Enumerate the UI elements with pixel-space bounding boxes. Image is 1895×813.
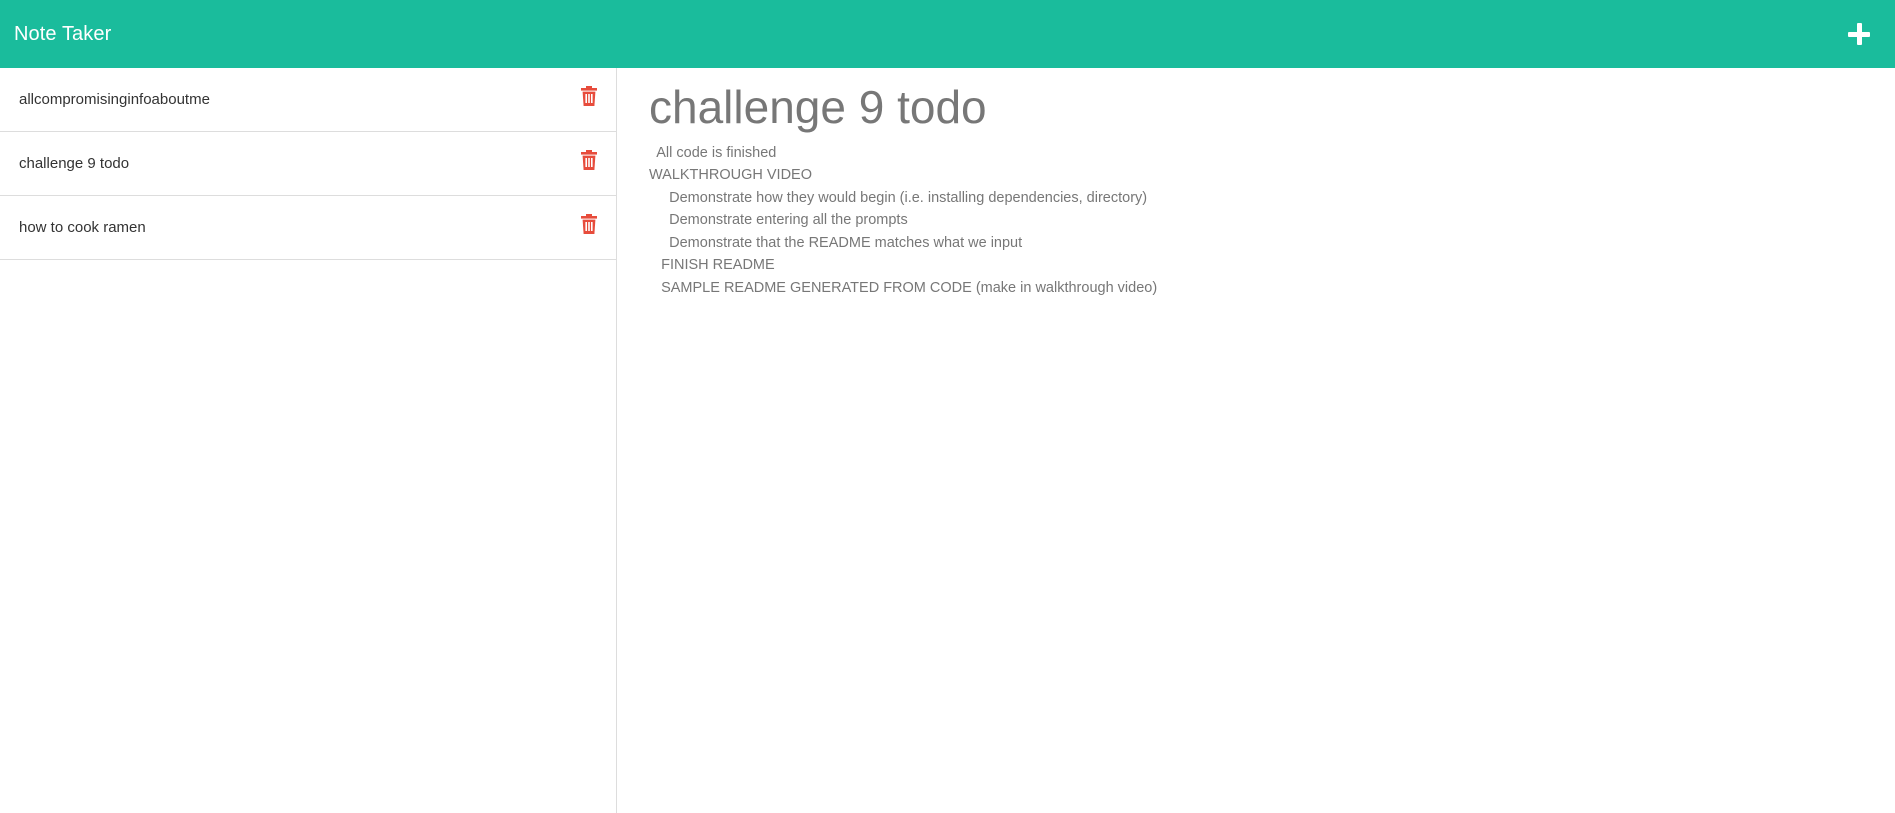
list-item[interactable]: challenge 9 todo [0, 132, 616, 196]
note-title: challenge 9 todo [19, 155, 130, 172]
note-title-field[interactable]: challenge 9 todo [649, 81, 1895, 134]
trash-icon[interactable] [581, 214, 597, 234]
note-title: how to cook ramen [19, 219, 146, 236]
trash-icon[interactable] [581, 86, 597, 106]
note-title: allcompromisinginfoaboutme [19, 91, 210, 108]
list-item[interactable]: allcompromisinginfoaboutme [0, 68, 616, 132]
trash-icon[interactable] [581, 150, 597, 170]
note-list: allcompromisinginfoaboutme challenge 9 t… [0, 68, 616, 260]
navbar: Note Taker [0, 0, 1895, 68]
add-note-button[interactable] [1839, 14, 1879, 54]
app-title[interactable]: Note Taker [14, 23, 111, 46]
note-text-area[interactable]: All code is finished WALKTHROUGH VIDEO D… [649, 142, 1895, 300]
list-item[interactable]: how to cook ramen [0, 196, 616, 260]
notes-sidebar: allcompromisinginfoaboutme challenge 9 t… [0, 68, 617, 813]
note-editor: challenge 9 todo All code is finished WA… [618, 68, 1895, 813]
